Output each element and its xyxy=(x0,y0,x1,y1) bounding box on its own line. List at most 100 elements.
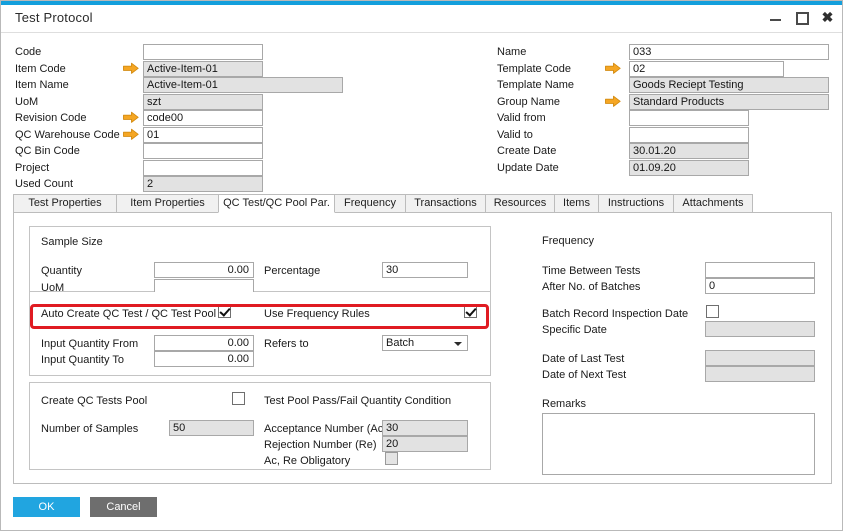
required-field-arrow-icon xyxy=(123,128,139,141)
specific-date-label: Specific Date xyxy=(542,324,607,336)
field-input[interactable] xyxy=(629,127,749,143)
remarks-textarea[interactable] xyxy=(542,413,815,475)
input-quantity-from-input[interactable] xyxy=(154,335,254,351)
batch-record-inspection-date-label: Batch Record Inspection Date xyxy=(542,308,688,320)
auto-create-label: Auto Create QC Test / QC Test Pool xyxy=(41,308,216,320)
field-label: Template Code xyxy=(497,63,571,75)
time-between-tests-input[interactable] xyxy=(705,262,815,278)
tab-bar: Test PropertiesItem PropertiesQC Test/QC… xyxy=(13,194,832,213)
time-between-tests-label: Time Between Tests xyxy=(542,265,640,277)
pass-fail-condition-label: Test Pool Pass/Fail Quantity Condition xyxy=(264,395,451,407)
field-label: Revision Code xyxy=(15,112,87,124)
ok-button[interactable]: OK xyxy=(13,497,80,517)
maximize-icon[interactable] xyxy=(795,11,808,24)
number-of-samples-input[interactable] xyxy=(169,420,254,436)
input-quantity-to-input[interactable] xyxy=(154,351,254,367)
quantity-input[interactable] xyxy=(154,262,254,278)
header-fields: Code Item Code Item Name UoM Revision Code QC… xyxy=(1,33,843,185)
percentage-input[interactable] xyxy=(382,262,468,278)
field-input[interactable] xyxy=(143,61,263,77)
date-of-last-test-input[interactable] xyxy=(705,350,815,366)
refers-to-select[interactable]: Batch xyxy=(382,335,468,351)
rejection-number-input[interactable] xyxy=(382,436,468,452)
refers-to-label: Refers to xyxy=(264,338,309,350)
tab-content-panel: Sample Size Quantity Percentage UoM Auto… xyxy=(13,212,832,484)
field-input[interactable] xyxy=(143,143,263,159)
tab-qc-test-qc-pool-par[interactable]: QC Test/QC Pool Par. xyxy=(218,194,335,213)
window-controls: ✖ xyxy=(769,11,834,24)
field-input[interactable] xyxy=(629,160,749,176)
sample-size-group: Sample Size Quantity Percentage UoM xyxy=(29,226,491,292)
frequency-title: Frequency xyxy=(542,235,594,247)
quantity-label: Quantity xyxy=(41,265,82,277)
field-label: Code xyxy=(15,46,41,58)
tab-transactions[interactable]: Transactions xyxy=(405,194,486,213)
after-no-of-batches-input[interactable] xyxy=(705,278,815,294)
field-label: Valid to xyxy=(497,129,533,141)
tab-test-properties[interactable]: Test Properties xyxy=(13,194,117,213)
specific-date-input[interactable] xyxy=(705,321,815,337)
batch-record-inspection-date-checkbox[interactable] xyxy=(706,305,719,318)
date-of-next-test-input[interactable] xyxy=(705,366,815,382)
field-input[interactable] xyxy=(143,127,263,143)
field-input[interactable] xyxy=(629,110,749,126)
date-of-next-test-label: Date of Next Test xyxy=(542,369,626,381)
tab-item-properties[interactable]: Item Properties xyxy=(116,194,219,213)
input-quantity-to-label: Input Quantity To xyxy=(41,354,124,366)
minimize-icon[interactable] xyxy=(769,11,782,24)
auto-create-group: Auto Create QC Test / QC Test Pool Use F… xyxy=(29,292,491,376)
tab-items[interactable]: Items xyxy=(554,194,599,213)
field-input[interactable] xyxy=(143,94,263,110)
field-label: Item Name xyxy=(15,79,69,91)
field-label: Template Name xyxy=(497,79,574,91)
use-frequency-rules-label: Use Frequency Rules xyxy=(264,308,370,320)
date-of-last-test-label: Date of Last Test xyxy=(542,353,624,365)
footer-bar: OK Cancel xyxy=(1,491,843,531)
field-input[interactable] xyxy=(629,44,829,60)
field-label: Project xyxy=(15,162,49,174)
field-label: Item Code xyxy=(15,63,66,75)
field-input[interactable] xyxy=(143,44,263,60)
ac-re-obligatory-checkbox[interactable] xyxy=(385,452,398,465)
field-input[interactable] xyxy=(143,160,263,176)
percentage-label: Percentage xyxy=(264,265,320,277)
title-bar: Test Protocol ✖ xyxy=(1,5,843,33)
input-quantity-from-label: Input Quantity From xyxy=(41,338,138,350)
cancel-button[interactable]: Cancel xyxy=(90,497,157,517)
field-input[interactable] xyxy=(629,94,829,110)
field-label: QC Bin Code xyxy=(15,145,80,157)
after-no-of-batches-label: After No. of Batches xyxy=(542,281,640,293)
sample-size-title: Sample Size xyxy=(41,236,103,248)
create-pool-checkbox[interactable] xyxy=(232,392,245,405)
field-label: UoM xyxy=(15,96,38,108)
tab-resources[interactable]: Resources xyxy=(485,194,555,213)
field-input[interactable] xyxy=(629,77,829,93)
field-input[interactable] xyxy=(629,61,784,77)
close-icon[interactable]: ✖ xyxy=(821,11,834,24)
field-label: Name xyxy=(497,46,526,58)
required-field-arrow-icon xyxy=(605,62,621,75)
field-label: Update Date xyxy=(497,162,559,174)
acceptance-number-input[interactable] xyxy=(382,420,468,436)
remarks-label: Remarks xyxy=(542,398,586,410)
use-frequency-rules-checkbox[interactable] xyxy=(464,305,477,318)
chevron-down-icon xyxy=(454,342,462,346)
field-label: Valid from xyxy=(497,112,546,124)
create-pool-label: Create QC Tests Pool xyxy=(41,395,147,407)
test-protocol-window: Test Protocol ✖ Code Item Code Item Name Uo… xyxy=(0,0,843,531)
tab-attachments[interactable]: Attachments xyxy=(673,194,753,213)
field-input[interactable] xyxy=(629,143,749,159)
field-input[interactable] xyxy=(143,77,343,93)
tab-frequency[interactable]: Frequency xyxy=(334,194,406,213)
create-qc-tests-pool-group: Create QC Tests Pool Test Pool Pass/Fail… xyxy=(29,382,491,470)
window-title: Test Protocol xyxy=(15,10,93,25)
required-field-arrow-icon xyxy=(123,62,139,75)
required-field-arrow-icon xyxy=(605,95,621,108)
field-label: Group Name xyxy=(497,96,560,108)
number-of-samples-label: Number of Samples xyxy=(41,423,138,435)
tab-instructions[interactable]: Instructions xyxy=(598,194,674,213)
field-label: Create Date xyxy=(497,145,556,157)
field-input[interactable] xyxy=(143,176,263,192)
field-input[interactable] xyxy=(143,110,263,126)
auto-create-checkbox[interactable] xyxy=(218,305,231,318)
